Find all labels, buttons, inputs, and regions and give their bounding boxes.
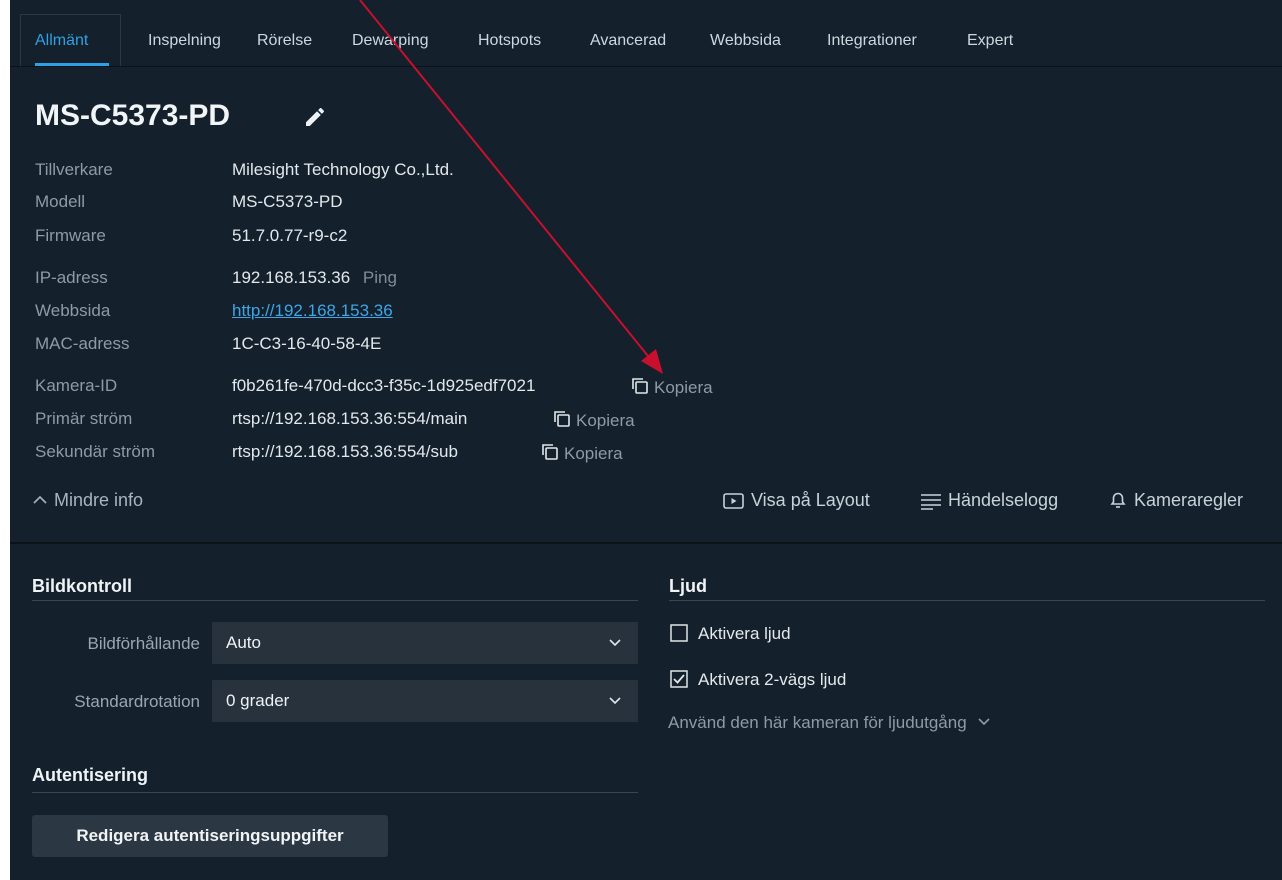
camera-settings-window: Allmänt Inspelning Rörelse Dewarping Hot… xyxy=(10,0,1282,880)
less-info-label: Mindre info xyxy=(54,490,144,510)
aspect-ratio-select[interactable]: Auto xyxy=(212,622,638,664)
tab-motion[interactable]: Rörelse xyxy=(257,0,312,66)
ip-value: 192.168.153.36 Ping xyxy=(232,268,397,288)
image-control-divider xyxy=(32,600,638,601)
ip-address: 192.168.153.36 xyxy=(232,268,351,287)
tab-dewarping[interactable]: Dewarping xyxy=(352,0,428,66)
aspect-ratio-label: Bildförhållande xyxy=(87,634,200,653)
camera-id-value: f0b261fe-470d-dcc3-f35c-1d925edf7021 xyxy=(232,376,536,395)
mac-value: 1C-C3-16-40-58-4E xyxy=(232,334,382,353)
ip-label: IP-adress xyxy=(35,268,108,287)
checkbox-icon xyxy=(670,624,688,642)
image-control-title: Bildkontroll xyxy=(32,576,132,596)
ping-link[interactable]: Ping xyxy=(363,268,397,287)
copy-label: Kopiera xyxy=(576,411,635,430)
default-rotation-select[interactable]: 0 grader xyxy=(212,680,638,722)
default-rotation-value: 0 grader xyxy=(226,691,290,710)
manufacturer-value: Milesight Technology Co.,Ltd. xyxy=(232,160,454,179)
audio-output-dropdown[interactable]: Använd den här kameran för ljudutgång xyxy=(668,713,991,733)
enable-audio-checkbox[interactable]: Aktivera ljud xyxy=(670,624,791,644)
chevron-down-icon xyxy=(978,718,990,726)
edit-icon[interactable] xyxy=(303,105,327,129)
chevron-down-icon xyxy=(609,639,621,647)
camera-info-panel xyxy=(10,67,1282,543)
copy-icon xyxy=(554,411,570,427)
less-info-toggle[interactable]: Mindre info xyxy=(32,490,143,511)
enable-audio-label: Aktivera ljud xyxy=(698,624,791,643)
secondary-stream-label: Sekundär ström xyxy=(35,442,155,461)
secondary-stream-value: rtsp://192.168.153.36:554/sub xyxy=(232,442,458,461)
aspect-ratio-value: Auto xyxy=(226,633,261,652)
model-label: Modell xyxy=(35,192,86,211)
camera-rules-button[interactable]: Kameraregler xyxy=(1108,490,1243,511)
camera-name: MS-C5373-PD xyxy=(35,99,231,132)
chevron-down-icon xyxy=(609,697,621,705)
mac-label: MAC-adress xyxy=(35,334,130,353)
tab-webpage[interactable]: Webbsida xyxy=(710,0,781,66)
firmware-value: 51.7.0.77-r9-c2 xyxy=(232,226,348,245)
checkbox-checked-icon xyxy=(670,670,688,688)
event-log-button[interactable]: Händelselogg xyxy=(920,490,1058,511)
copy-label: Kopiera xyxy=(564,444,623,463)
enable-two-way-audio-checkbox[interactable]: Aktivera 2-vägs ljud xyxy=(670,670,846,690)
authentication-divider xyxy=(32,792,638,793)
webpage-label: Webbsida xyxy=(35,301,111,320)
primary-stream-value: rtsp://192.168.153.36:554/main xyxy=(232,409,468,428)
camera-rules-label: Kameraregler xyxy=(1134,490,1244,510)
model-value: MS-C5373-PD xyxy=(232,192,343,211)
event-log-label: Händelselogg xyxy=(948,490,1059,510)
tab-hotspots[interactable]: Hotspots xyxy=(478,0,541,66)
copy-icon xyxy=(542,444,558,460)
list-icon xyxy=(921,494,941,510)
show-on-layout-label: Visa på Layout xyxy=(751,490,870,510)
show-on-layout-button[interactable]: Visa på Layout xyxy=(723,490,870,511)
chevron-up-icon xyxy=(33,495,47,504)
audio-title: Ljud xyxy=(669,576,707,596)
play-box-icon xyxy=(723,493,744,509)
primary-stream-label: Primär ström xyxy=(35,409,133,428)
audio-divider xyxy=(669,600,1265,601)
audio-output-label: Använd den här kameran för ljudutgång xyxy=(668,713,967,732)
tab-integrations[interactable]: Integrationer xyxy=(827,0,917,66)
active-tab-indicator xyxy=(35,63,109,66)
bell-icon xyxy=(1110,492,1126,508)
firmware-label: Firmware xyxy=(35,226,106,245)
enable-two-way-audio-label: Aktivera 2-vägs ljud xyxy=(698,670,847,689)
copy-icon xyxy=(632,378,648,394)
tab-bar: Allmänt Inspelning Rörelse Dewarping Hot… xyxy=(10,0,1282,67)
copy-label: Kopiera xyxy=(654,378,713,397)
copy-camera-id-button[interactable]: Kopiera xyxy=(630,376,713,398)
tab-general[interactable]: Allmänt xyxy=(35,0,88,66)
copy-secondary-stream-button[interactable]: Kopiera xyxy=(540,442,623,464)
tab-advanced[interactable]: Avancerad xyxy=(590,0,666,66)
copy-primary-stream-button[interactable]: Kopiera xyxy=(552,409,635,431)
edit-credentials-button[interactable]: Redigera autentiseringsuppgifter xyxy=(32,815,388,857)
section-divider xyxy=(10,542,1282,544)
authentication-title: Autentisering xyxy=(32,765,149,785)
camera-id-label: Kamera-ID xyxy=(35,376,118,395)
manufacturer-label: Tillverkare xyxy=(35,160,113,179)
tab-expert[interactable]: Expert xyxy=(967,0,1013,66)
webpage-link[interactable]: http://192.168.153.36 xyxy=(232,301,393,321)
default-rotation-label: Standardrotation xyxy=(74,692,200,711)
tab-recording[interactable]: Inspelning xyxy=(148,0,221,66)
